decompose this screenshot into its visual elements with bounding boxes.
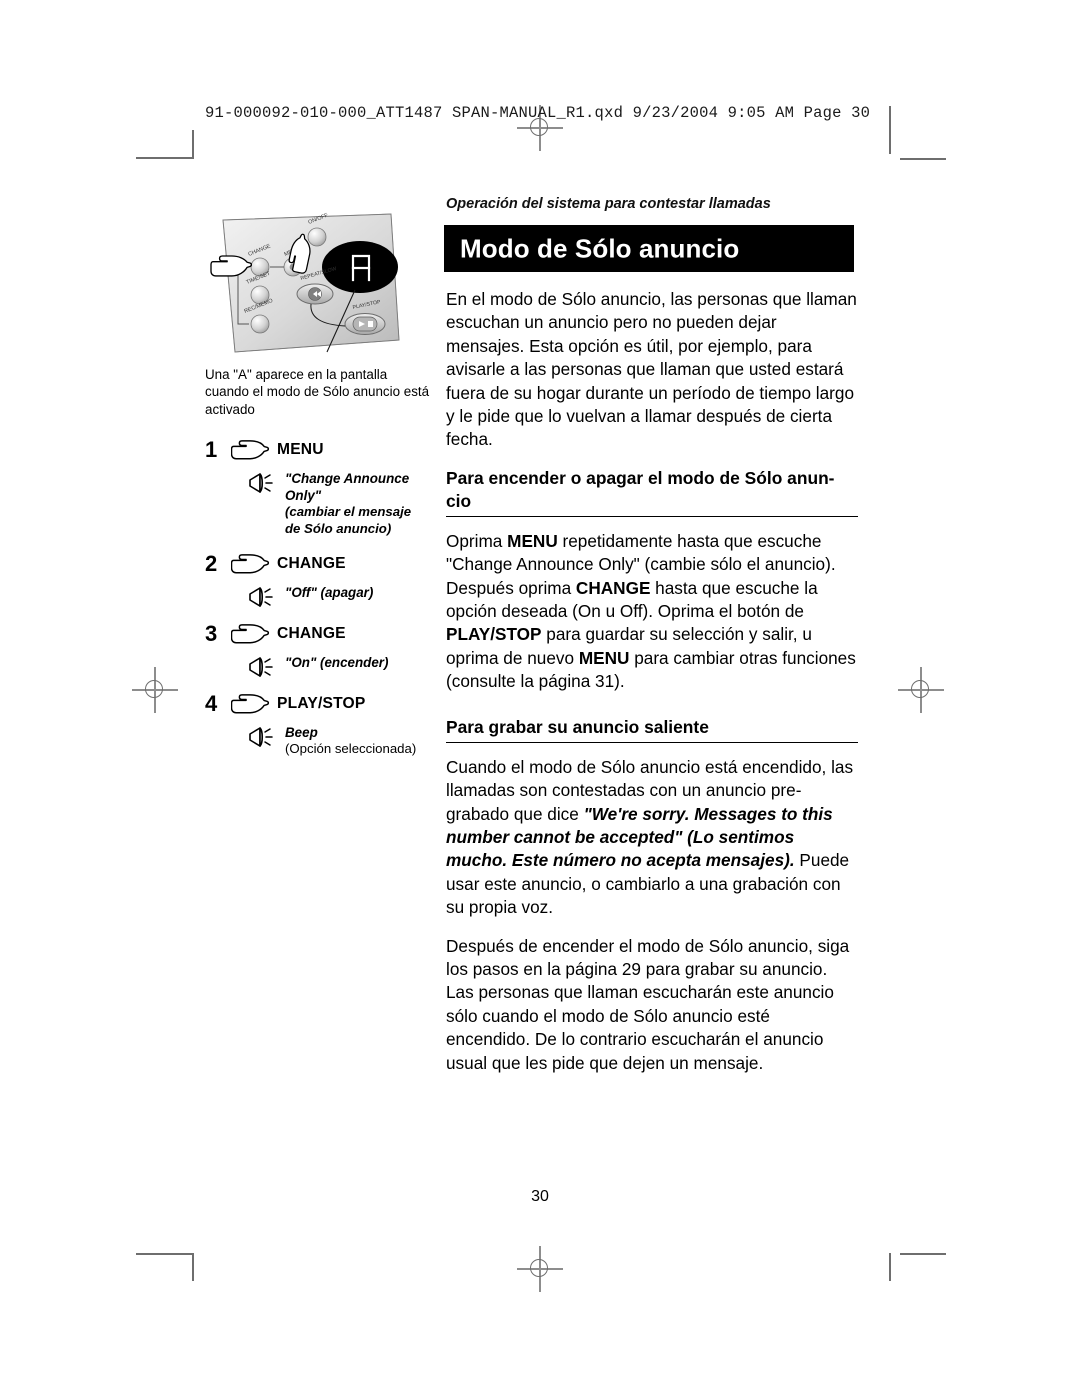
pointing-hand-icon <box>231 553 270 574</box>
figure-caption: Una "A" aparece en la pantalla cuando el… <box>205 367 430 417</box>
registration-mark-left <box>132 667 178 713</box>
button-name-play-stop: PLAY/STOP <box>446 624 542 645</box>
crop-mark-bottom-left-horizontal <box>136 1253 194 1255</box>
step-item-4: 4 PLAY/STOP Beep (Opción seleccionada) <box>205 692 430 758</box>
speaker-icon <box>249 473 273 494</box>
step-audio-cue-translation: (Opción seleccionada) <box>285 741 417 757</box>
step-button-label: CHANGE <box>277 554 346 572</box>
pointing-hand-icon <box>231 440 270 460</box>
step-audio-cue: "Change Announce Only" <box>285 471 410 503</box>
prepress-slug-line: 91-000092-010-000_ATT1487 SPAN-MANUAL_R1… <box>205 104 871 122</box>
step-audio-cue-translation: (cambiar el mensaje de Sólo anuncio) <box>285 504 412 536</box>
step-number: 4 <box>205 690 218 716</box>
step-number: 3 <box>205 620 218 646</box>
page-title-bar: Modo de Sólo anuncio <box>444 225 854 272</box>
pointing-hand-icon <box>231 623 270 644</box>
crop-mark-top-right-horizontal <box>900 158 946 160</box>
left-column: ON/OFF CHANGE MENU TIME/SET REC/MEM <box>205 212 430 758</box>
section-heading-record: Para grabar su anuncio saliente <box>446 716 858 743</box>
intro-paragraph: En el modo de Sólo anuncio, las personas… <box>446 289 857 450</box>
device-illustration: ON/OFF CHANGE MENU TIME/SET REC/MEM <box>205 212 405 362</box>
main-column: En el modo de Sólo anuncio, las personas… <box>446 288 858 1090</box>
section-heading-toggle: Para encender o apagar el modo de Sólo a… <box>446 467 858 517</box>
step-audio-cue: Beep <box>285 724 318 740</box>
crop-mark-bottom-right-horizontal <box>900 1253 946 1255</box>
step-number: 2 <box>205 550 218 576</box>
step-button-label: CHANGE <box>277 624 346 642</box>
text-run: Oprima <box>446 530 508 551</box>
running-head: Operación del sistema para contestar lla… <box>446 196 771 212</box>
page-number: 30 <box>531 1188 549 1205</box>
step-item-1: 1 MENU "Change Announce Only" (cambiar e… <box>205 438 430 537</box>
step-audio-cue: "Off" (apagar) <box>285 584 374 600</box>
section-record-paragraph: Cuando el modo de Sólo anuncio está ence… <box>446 756 858 920</box>
crop-mark-top-left-horizontal <box>136 157 194 159</box>
crop-mark-bottom-left-vertical <box>192 1253 194 1281</box>
registration-mark-right <box>898 667 944 713</box>
step-button-label: PLAY/STOP <box>277 694 366 712</box>
crop-mark-bottom-right-vertical <box>889 1253 891 1281</box>
page-title: Modo de Sólo anuncio <box>460 233 740 263</box>
step-item-3: 3 CHANGE "On" (encender) <box>205 622 430 678</box>
step-item-2: 2 CHANGE "Off" (apagar) <box>205 552 430 608</box>
step-button-label: MENU <box>277 441 324 459</box>
button-name-change: CHANGE <box>575 577 651 598</box>
step-number: 1 <box>205 437 218 463</box>
speaker-icon <box>249 656 273 677</box>
section-record-paragraph-2: Después de encender el modo de Sólo anun… <box>446 935 850 1073</box>
crop-mark-top-left-vertical <box>192 130 194 158</box>
speaker-icon <box>249 726 273 747</box>
crop-mark-top-right-vertical <box>889 106 891 154</box>
step-audio-cue: "On" (encender) <box>285 654 389 670</box>
registration-mark-bottom <box>517 1246 563 1292</box>
speaker-icon <box>249 586 273 607</box>
section-toggle-paragraph: Oprima MENU repetidamente hasta que escu… <box>446 530 858 694</box>
step-list: 1 MENU "Change Announce Only" (cambiar e… <box>205 438 430 758</box>
pointing-hand-icon <box>231 693 270 714</box>
button-name-menu: MENU <box>578 647 630 668</box>
button-name-menu: MENU <box>507 530 558 551</box>
